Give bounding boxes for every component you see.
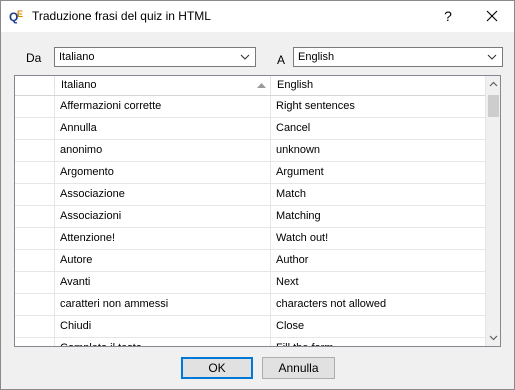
italian-cell[interactable]: Chiudi [55,316,271,337]
source-language-select[interactable]: Italiano [54,47,256,67]
italian-cell[interactable]: Affermazioni corrette [55,96,271,117]
grid-header: Italiano English [15,76,485,96]
help-icon: ? [444,8,452,24]
italian-cell[interactable]: Annulla [55,118,271,139]
row-header[interactable] [15,338,55,346]
table-row[interactable]: Attenzione! Watch out! [15,228,485,250]
row-header[interactable] [15,294,55,315]
table-row[interactable]: Completa il testoFill the form [15,338,485,346]
italian-cell[interactable]: Argomento [55,162,271,183]
italian-cell[interactable]: Attenzione! [55,228,271,249]
chevron-down-icon [240,54,250,60]
cancel-button[interactable]: Annulla [262,357,335,379]
translation-grid[interactable]: Italiano English Affermazioni corrette Ri… [14,75,501,347]
title-bar: Q E Traduzione frasi del quiz in HTML ? [1,1,514,32]
italian-cell[interactable]: Avanti [55,272,271,293]
english-cell[interactable]: Watch out! [271,228,485,249]
table-row[interactable]: caratteri non ammessi characters not allo… [15,294,485,316]
scroll-up-icon [489,81,498,87]
table-row[interactable]: Argomento Argument [15,162,485,184]
row-header[interactable] [15,184,55,205]
target-language-select[interactable]: English [293,47,503,67]
table-row[interactable]: Affermazioni corrette Right sentences [15,96,485,118]
italian-cell[interactable]: Associazione [55,184,271,205]
grid-rows: Affermazioni corrette Right sentences Annu… [15,96,485,346]
row-header[interactable] [15,96,55,117]
table-row[interactable]: Chiudi Close [15,316,485,338]
english-cell[interactable]: Matching [271,206,485,227]
english-cell[interactable]: Match [271,184,485,205]
italian-cell[interactable]: Autore [55,250,271,271]
table-row[interactable]: Annulla Cancel [15,118,485,140]
english-cell[interactable]: Cancel [271,118,485,139]
table-row[interactable]: Associazioni Matching [15,206,485,228]
english-cell[interactable]: Close [271,316,485,337]
english-cell[interactable]: unknown [271,140,485,161]
column-header-label: English [277,79,314,91]
chevron-down-icon [487,54,497,60]
column-header-italiano[interactable]: Italiano [55,76,271,95]
source-language-label: Da [26,51,42,65]
italian-cell[interactable]: Completa il testo [55,338,271,346]
english-cell[interactable]: Right sentences [271,96,485,117]
row-header[interactable] [15,206,55,227]
column-header-label: Italiano [61,79,97,91]
table-row[interactable]: Avanti Next [15,272,485,294]
dialog-window: Q E Traduzione frasi del quiz in HTML ? … [0,0,515,390]
row-header-corner [15,76,55,95]
help-button[interactable]: ? [429,1,467,32]
window-title: Traduzione frasi del quiz in HTML [32,9,211,23]
scroll-up-button[interactable] [486,76,500,93]
close-icon [486,10,498,22]
target-language-value: English [298,51,335,63]
scroll-down-icon [489,335,498,341]
target-language-label: A [277,53,286,67]
row-header[interactable] [15,316,55,337]
column-header-english[interactable]: English [271,76,485,95]
italian-cell[interactable]: Associazioni [55,206,271,227]
row-header[interactable] [15,162,55,183]
italian-cell[interactable]: anonimo [55,140,271,161]
table-row[interactable]: Autore Author [15,250,485,272]
scrollbar-thumb[interactable] [488,95,499,117]
source-language-value: Italiano [59,51,95,63]
english-cell[interactable]: Author [271,250,485,271]
row-header[interactable] [15,140,55,161]
english-cell[interactable]: Next [271,272,485,293]
svg-text:E: E [17,9,23,19]
close-button[interactable] [470,1,514,32]
english-cell[interactable]: Argument [271,162,485,183]
table-row[interactable]: Associazione Match [15,184,485,206]
italian-cell[interactable]: caratteri non ammessi [55,294,271,315]
scroll-down-button[interactable] [486,329,500,346]
english-cell[interactable]: Fill the form [271,338,485,346]
row-header[interactable] [15,250,55,271]
english-cell[interactable]: characters not allowed [271,294,485,315]
row-header[interactable] [15,118,55,139]
table-row[interactable]: anonimo unknown [15,140,485,162]
vertical-scrollbar[interactable] [485,76,500,346]
ok-button[interactable]: OK [181,357,253,379]
sort-ascending-icon [257,83,266,88]
row-header[interactable] [15,228,55,249]
row-header[interactable] [15,272,55,293]
app-icon: Q E [9,8,25,24]
